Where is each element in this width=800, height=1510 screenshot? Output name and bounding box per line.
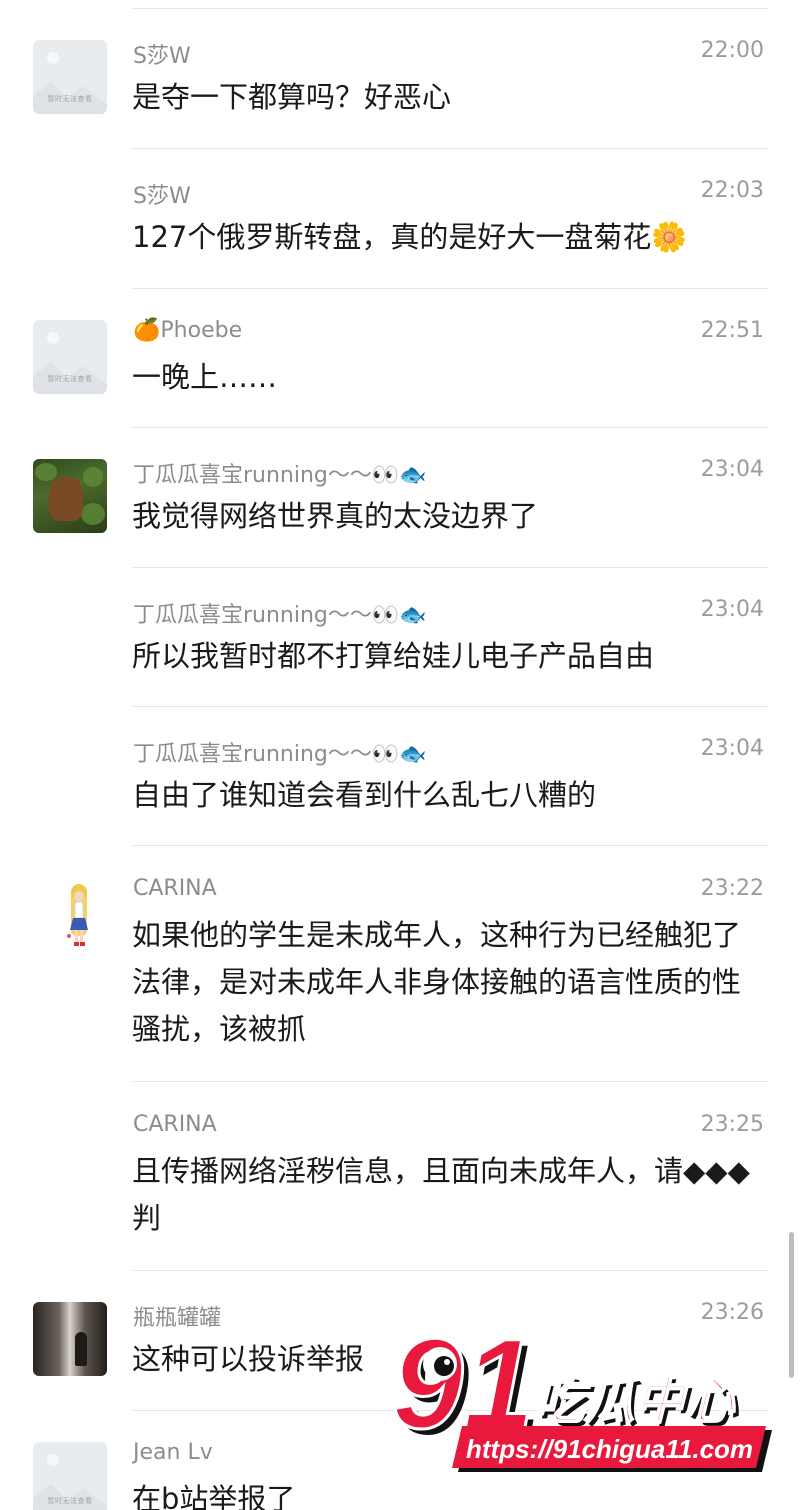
- sender-name[interactable]: 丁瓜瓜喜宝running～～👀🐟: [133, 736, 427, 768]
- sender-name[interactable]: 丁瓜瓜喜宝running～～👀🐟: [133, 597, 427, 629]
- message-text: 一晚上……: [132, 360, 278, 394]
- divider: [132, 288, 768, 289]
- avatar[interactable]: 暂时无法查看: [33, 40, 107, 114]
- message-text: 如果他的学生是未成年人，这种行为已经触犯了法律，是对未成年人非身体接触的语言性质…: [132, 918, 742, 1046]
- message-text: 我觉得网络世界真的太没边界了: [132, 499, 539, 533]
- watermark-logo: 91 91 吃瓜中心 吃瓜中心 https://91chigua11.com: [391, 1322, 772, 1472]
- message-text: 127个俄罗斯转盘，真的是好大一盘菊花🌼: [132, 220, 688, 254]
- sender-name[interactable]: 瓶瓶罐罐: [133, 1300, 221, 1332]
- avatar[interactable]: [33, 878, 107, 952]
- message-time: 22:00: [700, 38, 764, 63]
- message-time: 23:25: [700, 1112, 764, 1137]
- divider: [132, 1270, 768, 1271]
- divider: [132, 148, 768, 149]
- sender-name[interactable]: Jean Lv: [133, 1440, 213, 1465]
- divider: [132, 8, 768, 9]
- scrollbar[interactable]: [789, 1232, 794, 1378]
- avatar[interactable]: [33, 459, 107, 533]
- divider: [132, 706, 768, 707]
- message-text: 自由了谁知道会看到什么乱七八糟的: [132, 778, 597, 812]
- message-time: 22:03: [700, 178, 764, 203]
- avatar[interactable]: [33, 1302, 107, 1376]
- sender-name[interactable]: CARINA: [133, 876, 217, 901]
- sender-name[interactable]: S莎W: [133, 178, 191, 210]
- watermark-url: https://91chigua11.com: [466, 1434, 753, 1464]
- sender-name[interactable]: 丁瓜瓜喜宝running～～👀🐟: [133, 457, 427, 489]
- sender-name[interactable]: S莎W: [133, 38, 191, 70]
- message-text: 是夺一下都算吗？好恶心: [132, 80, 452, 114]
- message-text: 且传播网络淫秽信息，且面向未成年人，请◆◆◆判: [132, 1154, 750, 1235]
- watermark-brand: 吃瓜中心: [534, 1372, 736, 1430]
- divider: [132, 845, 768, 846]
- divider: [132, 1081, 768, 1082]
- anime-character-icon: [67, 884, 88, 946]
- dog-figure: [49, 477, 83, 521]
- message-time: 23:22: [700, 876, 764, 901]
- person-silhouette: [75, 1332, 87, 1366]
- divider: [132, 567, 768, 568]
- message-text: 所以我暂时都不打算给娃儿电子产品自由: [132, 639, 655, 673]
- divider: [132, 427, 768, 428]
- message-time: 22:51: [700, 318, 764, 343]
- avatar[interactable]: 暂时无法查看: [33, 320, 107, 394]
- orange-emoji-icon: 🍊: [133, 318, 161, 343]
- message-time: 23:04: [700, 736, 764, 761]
- message-time: 23:04: [700, 597, 764, 622]
- message-time: 23:04: [700, 457, 764, 482]
- avatar[interactable]: 暂时无法查看: [33, 1442, 107, 1510]
- sender-name[interactable]: CARINA: [133, 1112, 217, 1137]
- sender-name[interactable]: 🍊Phoebe: [133, 318, 242, 343]
